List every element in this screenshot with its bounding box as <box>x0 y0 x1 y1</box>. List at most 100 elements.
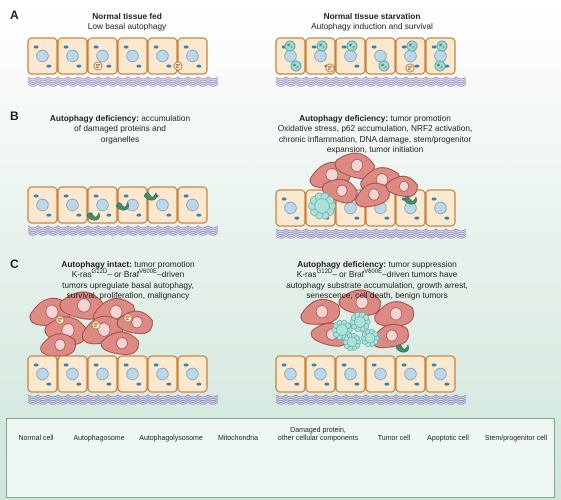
apoptotic-cell <box>349 311 371 333</box>
panel-c-right-gene-braf: – or Braf <box>332 269 365 280</box>
panel-a-left-title: Normal tissue fed <box>92 11 162 21</box>
tumor-cell <box>300 298 340 325</box>
panel-c-right-caption: Autophagy deficiency: tumor suppression … <box>262 259 492 301</box>
autophagolysosome <box>405 63 415 73</box>
panel-c-right-gene-driven: –driven tumors have <box>382 269 458 280</box>
panel-a-left-subtitle: Low basal autophagy <box>87 21 167 32</box>
panel-b-right-line2: Oxidative stress, p62 accumulation, NRF2… <box>277 123 473 134</box>
panel-c-right-bold: Autophagy deficiency: <box>297 259 387 269</box>
normal-cell <box>117 355 148 393</box>
panel-c-left-line3: tumors upregulate basal autophagy, <box>62 279 194 290</box>
panel-c-left-bold: Autophagy intact: <box>61 259 132 269</box>
panel-b-right-caption: Autophagy deficiency: tumor promotion Ox… <box>250 113 500 155</box>
panel-c-right-line3: autophagy substrate accumulation, growth… <box>286 279 468 290</box>
panel-c-left-gene-braf: – or Braf <box>107 269 140 280</box>
panel-letter-b: B <box>10 109 19 123</box>
panel-a-right-fibers <box>275 76 467 87</box>
panel-b-right-fibers <box>275 228 467 239</box>
panel-b-left-line1: accumulation <box>138 113 191 123</box>
normal-cell <box>147 37 178 75</box>
panel-a-right-caption: Normal tissue starvation Autophagy induc… <box>282 11 462 32</box>
autophagolysosome <box>55 315 65 325</box>
panel-c-left-caption: Autophagy intact: tumor promotion K-rasG… <box>38 259 218 301</box>
normal-cell <box>87 355 118 393</box>
legend-label-tumor-cell: Tumor cell <box>377 435 411 442</box>
normal-cell <box>147 355 178 393</box>
normal-cell <box>57 186 88 224</box>
normal-cell <box>425 355 456 393</box>
panel-c-right-gene-kras: K-ras <box>296 269 317 280</box>
normal-cell <box>395 355 426 393</box>
autophagosome <box>434 60 446 72</box>
normal-cell <box>275 189 306 227</box>
panel-c-right-line4: senescence, cell death, benign tumors <box>306 290 448 301</box>
panel-c-left-line1: tumor promotion <box>131 259 195 269</box>
panel-b-right-line1: tumor promotion <box>388 113 451 123</box>
normal-cell <box>147 186 178 224</box>
autophagosome <box>284 40 296 52</box>
autophagosome <box>406 40 418 52</box>
panel-c-left-line4: survival, proliferation, malignancy <box>66 290 190 301</box>
autophagolysosome <box>93 61 103 71</box>
normal-cell <box>117 37 148 75</box>
panel-b-left-bold: Autophagy deficiency: <box>49 113 139 123</box>
normal-cell <box>27 37 58 75</box>
autophagolysosome <box>123 313 133 323</box>
normal-cell <box>425 189 456 227</box>
legend-label-autophagolysosome: Autophagolysosome <box>139 435 203 442</box>
panel-c-right-line1: tumor suppression <box>386 259 457 269</box>
figure: A Normal tissue fed Low basal autophagy … <box>0 0 561 500</box>
normal-cell <box>305 355 336 393</box>
normal-cell <box>365 355 396 393</box>
autophagosome <box>436 40 448 52</box>
panel-c-left-tissue <box>27 355 208 393</box>
panel-letter-a: A <box>10 8 19 22</box>
panel-b-left-caption: Autophagy deficiency: accumulation of da… <box>30 113 210 144</box>
autophagosome <box>346 40 358 52</box>
panel-c-left-gene-v600e: V600E <box>139 269 158 276</box>
autophagolysosome <box>173 61 183 71</box>
autophagolysosome <box>325 63 335 73</box>
apoptotic-cell <box>308 192 336 220</box>
panel-c-right-gene-g12d: G12D <box>316 269 333 276</box>
normal-cell <box>27 186 58 224</box>
panel-b-left-line3: organelles <box>100 133 140 144</box>
panel-a-right-tissue <box>275 37 456 75</box>
normal-cell <box>177 186 208 224</box>
panel-c-right-gene-v600e: V600E <box>364 269 383 276</box>
legend-label-stem-cell: Stem/progenitor cell <box>484 435 548 442</box>
normal-cell <box>87 37 118 75</box>
normal-cell <box>57 355 88 393</box>
autophagolysosome <box>91 320 101 330</box>
panel-a-left-caption: Normal tissue fed Low basal autophagy <box>52 11 202 32</box>
panel-a-right-subtitle: Autophagy induction and survival <box>311 21 433 32</box>
panel-a-left-fibers <box>27 76 219 87</box>
normal-cell <box>27 355 58 393</box>
panel-c-left-fibers <box>27 394 219 405</box>
legend-label-apoptotic-cell: Apoptotic cell <box>427 435 469 442</box>
panel-b-right-line3: chronic inflammation, DNA damage, stem/p… <box>278 133 472 144</box>
autophagosome <box>378 60 390 72</box>
normal-cell <box>177 37 208 75</box>
panel-b-left-fibers <box>27 225 219 236</box>
panel-c-left-gene-g12d: G12D <box>91 269 108 276</box>
legend-label-autophagosome: Autophagosome <box>73 435 125 442</box>
legend-label-mitochondria: Mitochondria <box>217 435 259 442</box>
normal-cell <box>177 355 208 393</box>
panel-c-right-fibers <box>275 394 467 405</box>
normal-cell <box>57 37 88 75</box>
panel-letter-c: C <box>10 257 19 271</box>
panel-c-left-gene-driven: –driven <box>157 269 185 280</box>
apoptotic-cell <box>342 333 362 351</box>
legend-label-damaged: Damaged protein, other cellular componen… <box>268 427 368 444</box>
panel-b-right-bold: Autophagy deficiency: <box>299 113 389 123</box>
damaged-protein <box>395 344 409 353</box>
panel-b-right-line4: expansion, tumor initiation <box>326 144 424 155</box>
legend-label-damaged-line2: other cellular components <box>277 435 359 443</box>
panel-c-left-gene-kras: K-ras <box>71 269 92 280</box>
normal-cell <box>275 355 306 393</box>
autophagosome <box>290 60 302 72</box>
normal-cell <box>335 355 366 393</box>
apoptotic-cell <box>360 329 380 347</box>
autophagosome <box>316 40 328 52</box>
